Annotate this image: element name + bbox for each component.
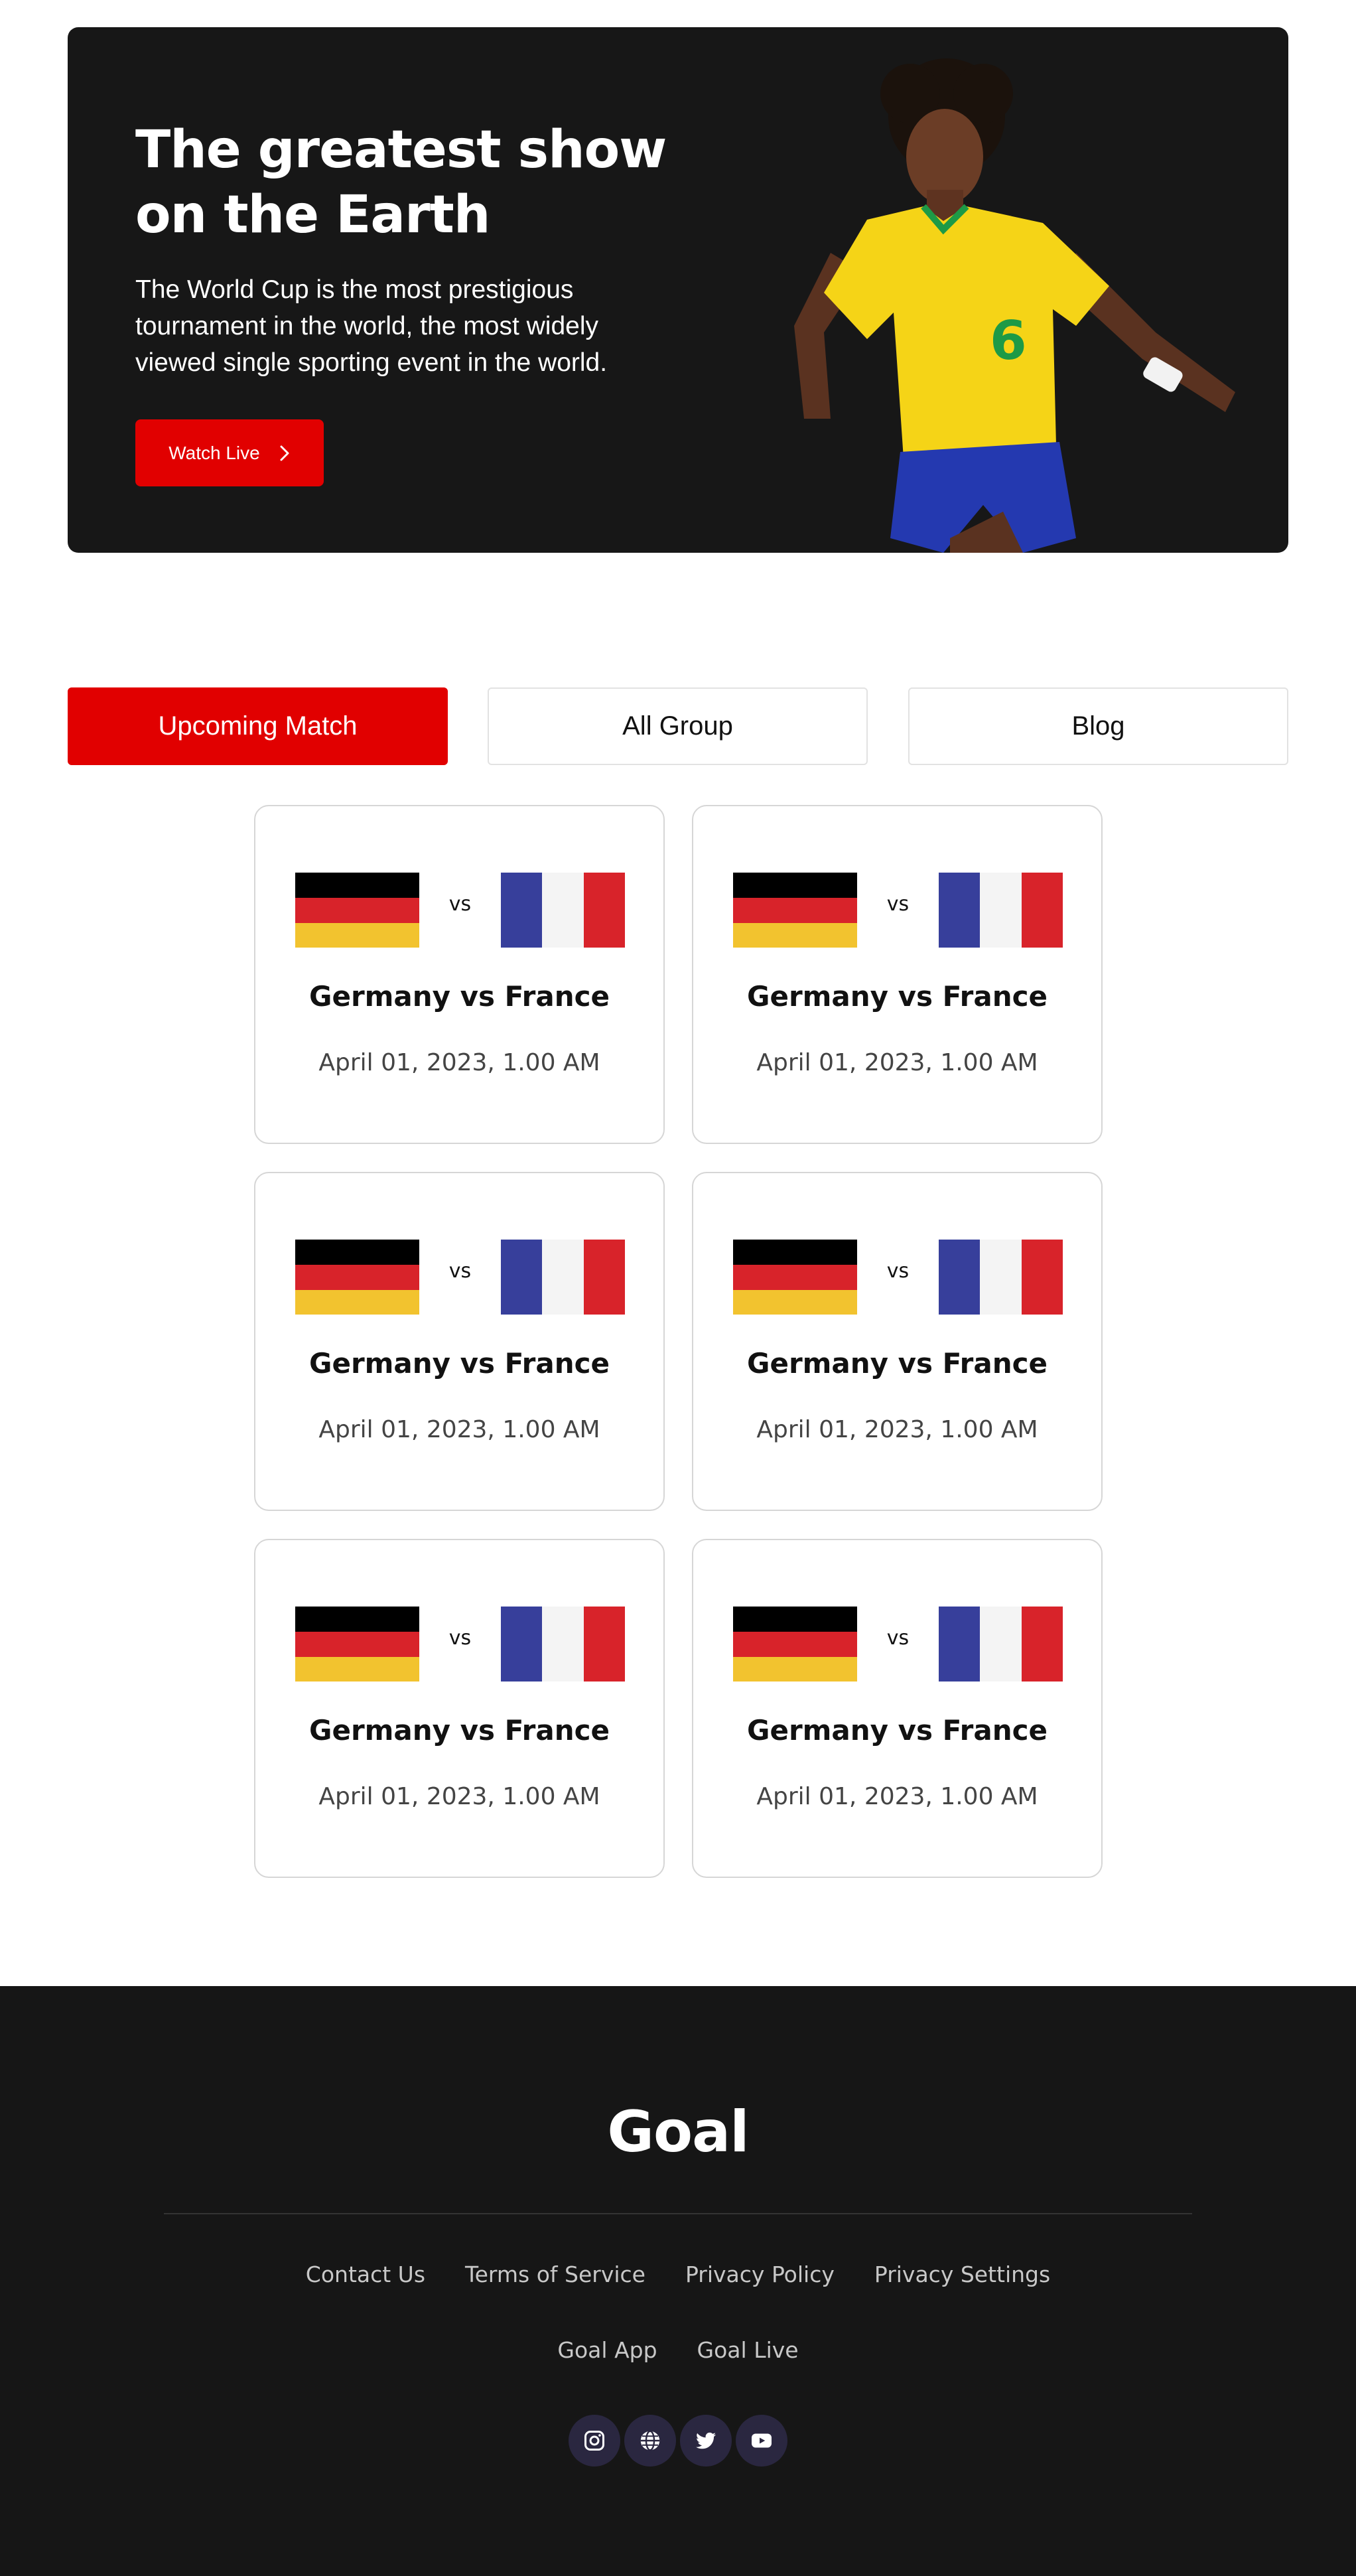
footer-link-privacy-policy[interactable]: Privacy Policy	[685, 2261, 835, 2287]
tab-label: Blog	[1071, 711, 1125, 741]
match-date: April 01, 2023, 1.00 AM	[756, 1783, 1038, 1810]
match-date: April 01, 2023, 1.00 AM	[756, 1416, 1038, 1443]
match-card[interactable]: vs Germany vs France April 01, 2023, 1.00 …	[254, 1539, 665, 1878]
website-link[interactable]	[624, 2415, 676, 2467]
match-date: April 01, 2023, 1.00 AM	[318, 1049, 600, 1076]
footer-link-goal-live[interactable]: Goal Live	[697, 2337, 799, 2363]
tab-blog[interactable]: Blog	[908, 687, 1288, 765]
match-title: Germany vs France	[308, 1347, 610, 1380]
twitter-link[interactable]	[680, 2415, 732, 2467]
footer-links-primary: Contact Us Terms of Service Privacy Poli…	[0, 2261, 1356, 2287]
globe-icon	[640, 2430, 660, 2451]
player-image: 6	[794, 58, 1235, 553]
footer-link-goal-app[interactable]: Goal App	[557, 2337, 657, 2363]
tab-label: All Group	[622, 711, 733, 741]
match-date: April 01, 2023, 1.00 AM	[756, 1049, 1038, 1076]
match-card[interactable]: vs Germany vs France April 01, 2023, 1.00 …	[692, 1539, 1103, 1878]
match-title: Germany vs France	[746, 1347, 1048, 1380]
match-title: Germany vs France	[746, 980, 1048, 1013]
vs-label: vs	[886, 1626, 910, 1650]
france-flag	[939, 1240, 1063, 1315]
match-title: Germany vs France	[308, 980, 610, 1013]
twitter-icon	[696, 2432, 716, 2449]
footer-link-terms-of-service[interactable]: Terms of Service	[465, 2261, 645, 2287]
france-flag	[501, 873, 625, 948]
tab-all-group[interactable]: All Group	[488, 687, 868, 765]
france-flag	[939, 1607, 1063, 1682]
watch-live-label: Watch Live	[169, 442, 260, 463]
germany-flag	[295, 1607, 419, 1682]
tab-label: Upcoming Match	[158, 711, 358, 741]
match-date: April 01, 2023, 1.00 AM	[318, 1416, 600, 1443]
footer-links-secondary: Goal App Goal Live	[0, 2337, 1356, 2363]
match-card[interactable]: vs Germany vs France April 01, 2023, 1.00 …	[692, 805, 1103, 1144]
footer-link-contact-us[interactable]: Contact Us	[306, 2261, 425, 2287]
match-card[interactable]: vs Germany vs France April 01, 2023, 1.00 …	[254, 1172, 665, 1511]
vs-label: vs	[448, 1626, 472, 1650]
hero-title: The greatest show on the Earth	[135, 120, 667, 245]
watch-live-button[interactable]: Watch Live	[135, 419, 324, 486]
footer-divider	[164, 2213, 1192, 2214]
tab-upcoming-match[interactable]: Upcoming Match	[68, 687, 448, 765]
germany-flag	[733, 1607, 857, 1682]
france-flag	[501, 1240, 625, 1315]
footer-logo: Goal	[607, 2099, 749, 2165]
match-card[interactable]: vs Germany vs France April 01, 2023, 1.00 …	[692, 1172, 1103, 1511]
match-card[interactable]: vs Germany vs France April 01, 2023, 1.00 …	[254, 805, 665, 1144]
hero-description: The World Cup is the most prestigious to…	[135, 275, 608, 377]
footer-link-privacy-settings[interactable]: Privacy Settings	[874, 2261, 1050, 2287]
germany-flag	[295, 1240, 419, 1315]
hero-banner: The greatest show on the Earth The World…	[68, 27, 1288, 553]
france-flag	[939, 873, 1063, 948]
vs-label: vs	[448, 893, 472, 916]
social-links	[0, 2415, 1356, 2467]
svg-text:6: 6	[990, 310, 1027, 372]
germany-flag	[733, 1240, 857, 1315]
vs-label: vs	[886, 1259, 910, 1283]
youtube-link[interactable]	[736, 2415, 787, 2467]
chevron-right-icon	[280, 445, 289, 461]
match-title: Germany vs France	[308, 1714, 610, 1747]
match-title: Germany vs France	[746, 1714, 1048, 1747]
footer: Goal Contact Us Terms of Service Privacy…	[0, 1986, 1356, 2576]
vs-label: vs	[448, 1259, 472, 1283]
instagram-icon	[584, 2431, 604, 2451]
germany-flag	[295, 873, 419, 948]
vs-label: vs	[886, 893, 910, 916]
youtube-icon	[752, 2433, 772, 2448]
instagram-link[interactable]	[569, 2415, 620, 2467]
match-date: April 01, 2023, 1.00 AM	[318, 1783, 600, 1810]
france-flag	[501, 1607, 625, 1682]
germany-flag	[733, 873, 857, 948]
